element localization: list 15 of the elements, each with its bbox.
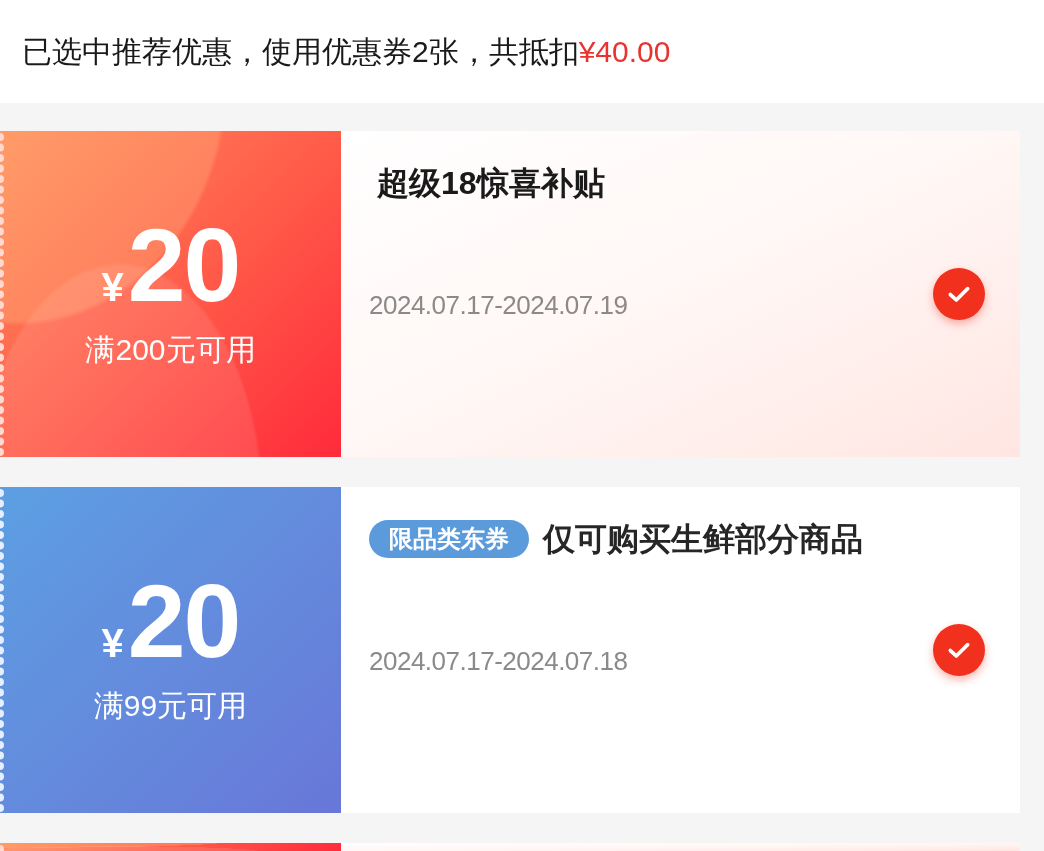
- usage-condition: 满99元可用: [93, 688, 248, 725]
- currency-symbol: ¥: [101, 267, 124, 308]
- check-icon[interactable]: [933, 624, 985, 676]
- currency-symbol: ¥: [101, 623, 124, 664]
- coupon-amount: 20: [127, 575, 240, 670]
- coupon-title: 超级18惊喜补贴: [377, 164, 605, 203]
- validity-dates: 2024.07.17-2024.07.19: [369, 289, 629, 322]
- check-icon[interactable]: [933, 268, 985, 320]
- summary-text: 已选中推荐优惠，使用优惠券2张，共抵扣: [22, 34, 579, 70]
- validity-dates: 2024.07.17-2024.07.18: [369, 645, 629, 678]
- category-tag: 限品类东券: [369, 520, 529, 558]
- coupon-amount: 20: [127, 219, 240, 314]
- discount-amount: ¥40.00: [578, 34, 671, 70]
- coupon-title: 仅可购买生鲜部分商品: [543, 520, 863, 559]
- usage-condition: 满200元可用: [85, 332, 256, 369]
